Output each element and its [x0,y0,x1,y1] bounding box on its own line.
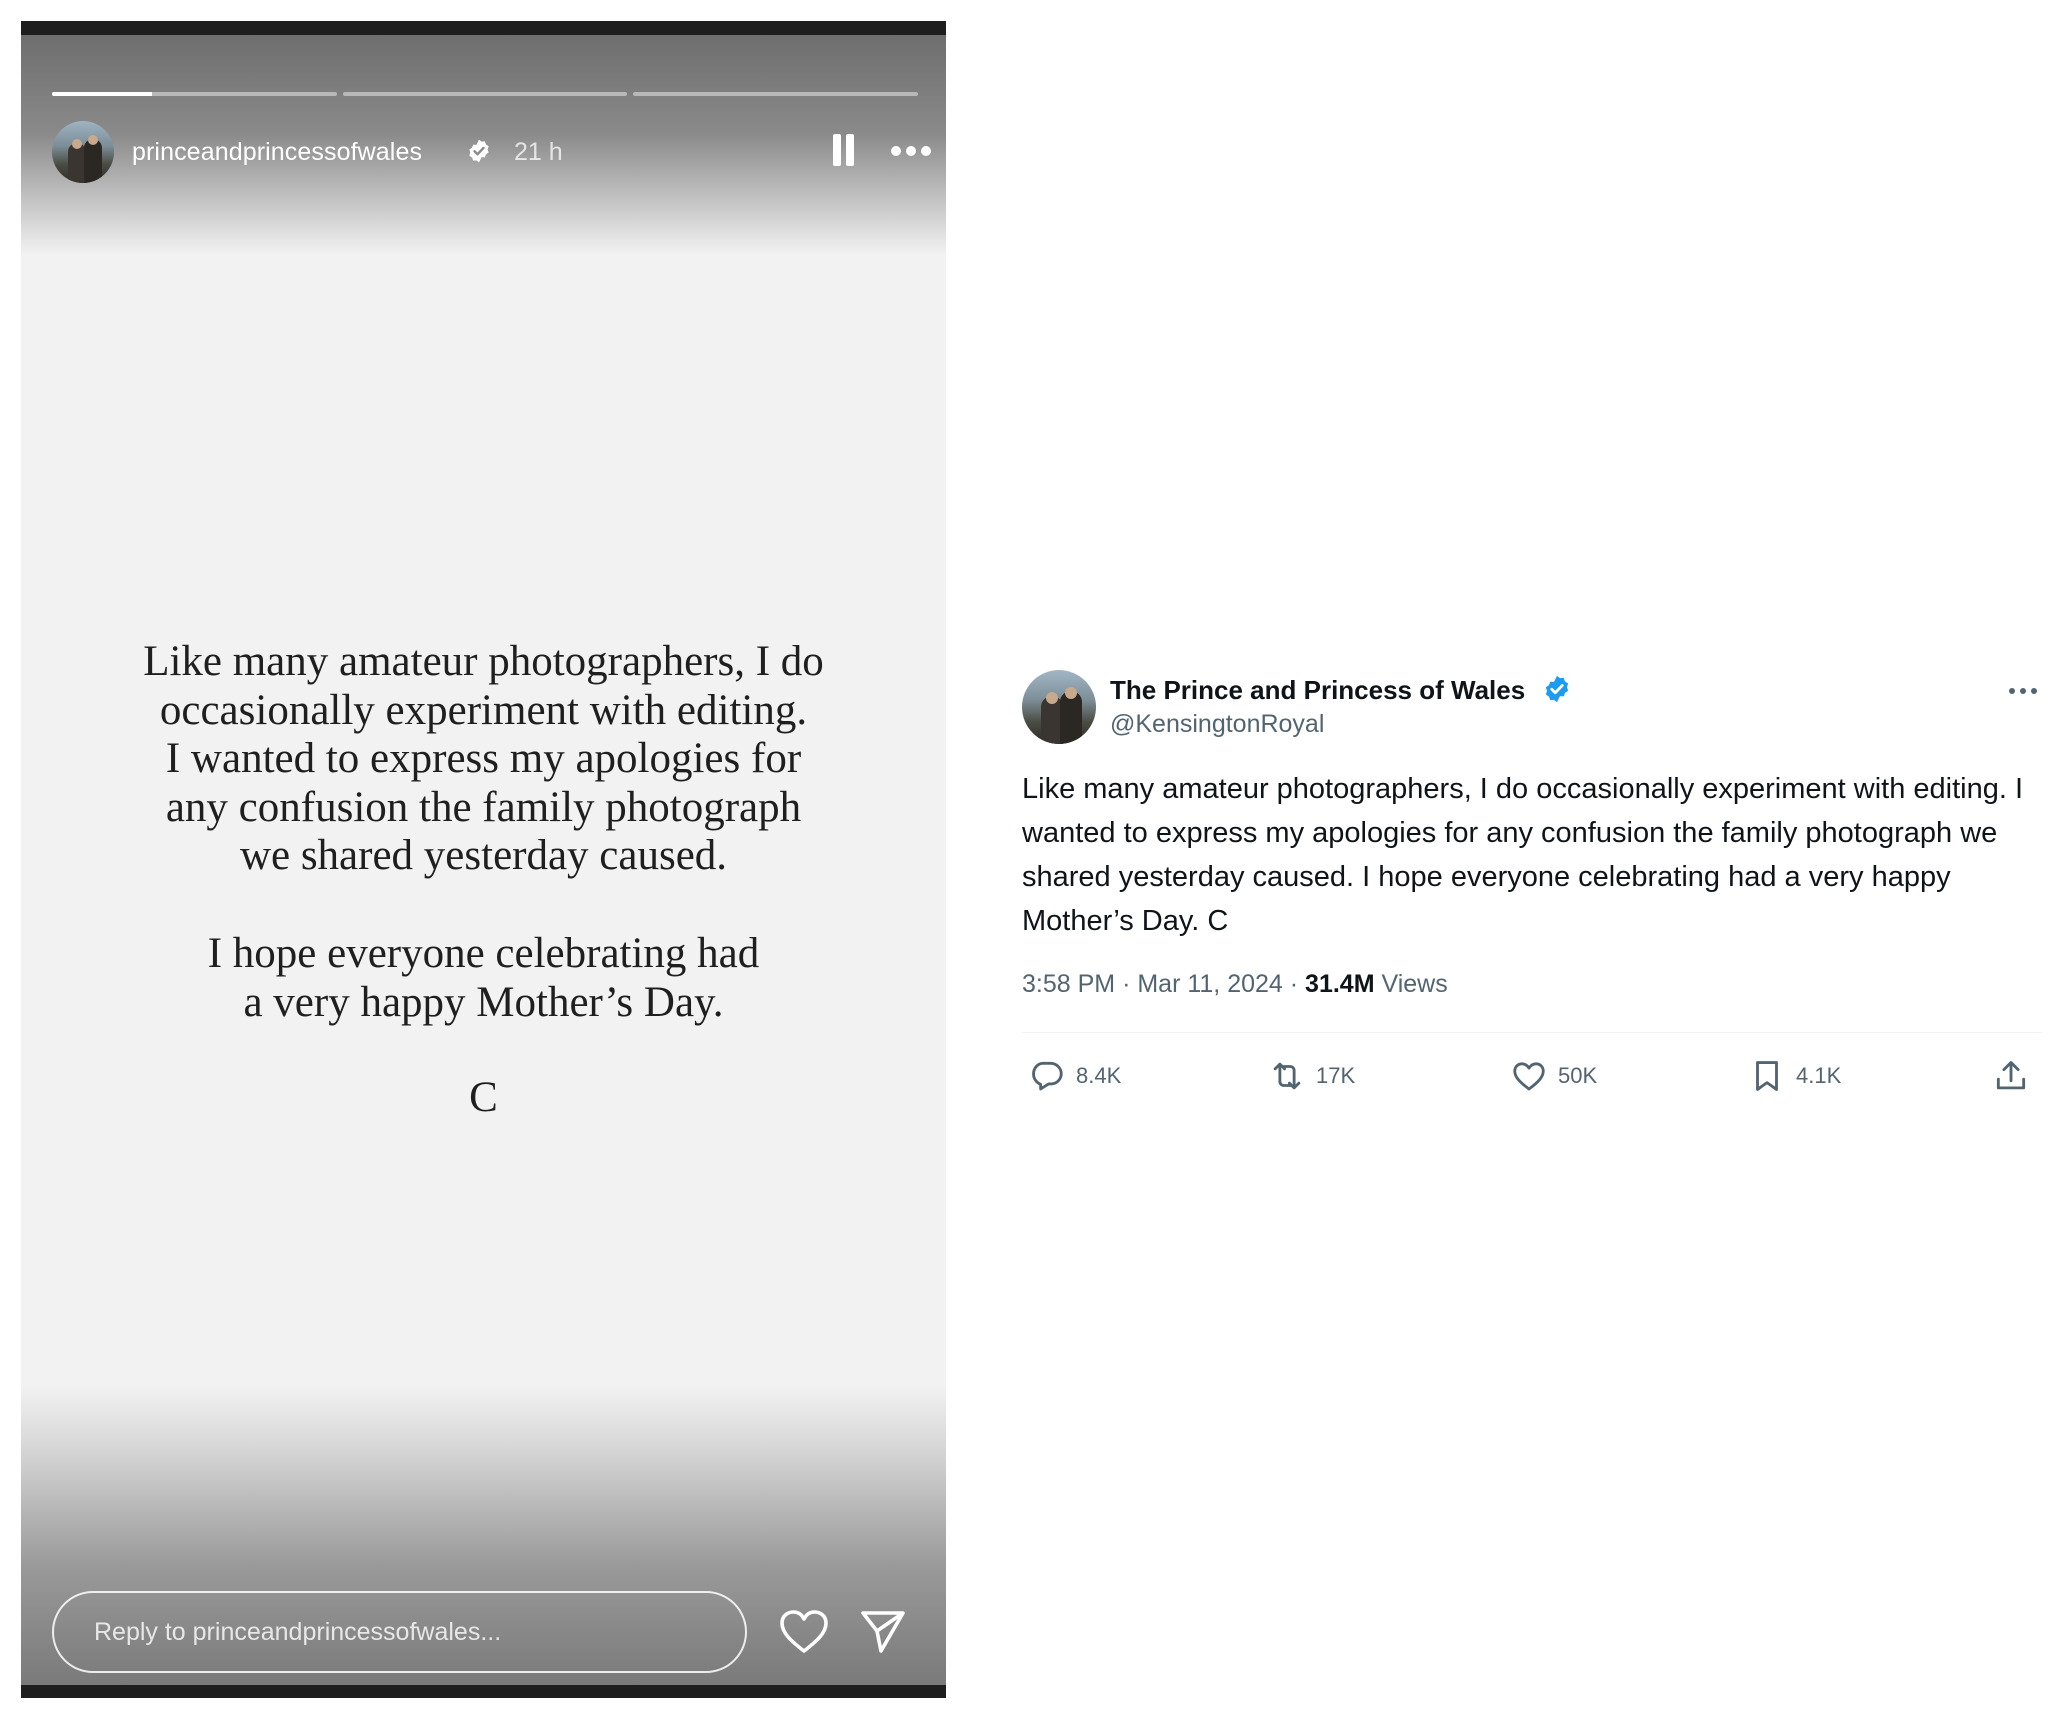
like-button[interactable]: 50K [1510,1056,1597,1096]
tweet-time[interactable]: 3:58 PM [1022,970,1115,998]
meta-separator: · [1122,970,1131,998]
story-text-line: a very happy Mother’s Day. [243,978,724,1026]
tweet-display-name[interactable]: The Prince and Princess of Wales [1110,675,1525,706]
story-time-ago: 21 h [514,138,563,166]
pause-icon-bar [846,134,854,166]
story-avatar[interactable] [52,121,114,183]
tweet-views-count: 31.4M [1305,970,1375,998]
repost-count: 17K [1316,1063,1356,1088]
repost-icon [1273,1062,1301,1090]
meta-separator: · [1289,970,1299,998]
more-options-icon[interactable] [2007,680,2039,702]
story-progress-bar [52,92,919,96]
story-progress-segment [342,92,628,96]
story-text-line: I hope everyone celebrating had [207,930,760,977]
pause-icon-bar [833,134,841,166]
story-canvas: princeandprincessofwales 21 h Like many … [21,35,946,1685]
divider [1022,1032,2042,1033]
verified-badge-icon [469,139,489,163]
heart-icon [1513,1062,1545,1091]
reply-placeholder: Reply to princeandprincessofwales... [94,1618,502,1646]
send-icon[interactable] [859,1607,907,1655]
story-username[interactable]: princeandprincessofwales [132,138,422,167]
story-text-paragraph-1: Like many amateur photographers, I do oc… [81,638,886,881]
tweet-views-label: Views [1381,970,1448,998]
bookmark-icon [1756,1061,1778,1091]
heart-icon[interactable] [779,1609,829,1655]
tweet-date[interactable]: Mar 11, 2024 [1137,970,1282,998]
verified-badge-icon [1545,675,1569,703]
tweet-handle[interactable]: @KensingtonRoyal [1110,710,1324,739]
tweet-body-text: Like many amateur photographers, I do oc… [1022,773,2024,937]
story-progress-fill [52,92,152,96]
story-header: princeandprincessofwales 21 h [52,121,931,185]
story-text-line: any confusion the family photograph [165,783,802,831]
reply-icon [1032,1061,1063,1091]
reply-button[interactable]: 8.4K [1028,1056,1121,1096]
story-text-paragraph-2: I hope everyone celebrating had a very h… [81,930,886,1027]
tweet-metadata: 3:58 PM · Mar 11, 2024 · 31.4M Views [1022,970,1448,999]
pause-button[interactable] [831,134,857,168]
story-progress-segment [52,92,337,96]
bookmark-button[interactable]: 4.1K [1748,1056,1841,1096]
more-options-icon[interactable] [888,135,934,167]
story-progress-segment [633,92,919,96]
story-text-line: we shared yesterday caused. [239,832,728,879]
share-button[interactable] [1992,1056,2030,1096]
share-icon [1996,1061,2026,1090]
story-text-line: Like many amateur photographers, I do [143,638,824,685]
tweet-card: The Prince and Princess of Wales @Kensin… [1022,664,2042,1124]
reply-count: 8.4K [1076,1063,1122,1088]
repost-button[interactable]: 17K [1268,1056,1355,1096]
tweet-avatar[interactable] [1022,670,1096,744]
instagram-story: princeandprincessofwales 21 h Like many … [21,21,946,1698]
story-reply-input[interactable]: Reply to princeandprincessofwales... [52,1591,747,1673]
story-signature: C [469,1074,498,1121]
story-text-line: occasionally experiment with editing. [159,686,808,734]
like-count: 50K [1558,1063,1598,1088]
story-text-line: I wanted to express my apologies for [165,735,802,782]
bookmark-count: 4.1K [1796,1063,1842,1088]
